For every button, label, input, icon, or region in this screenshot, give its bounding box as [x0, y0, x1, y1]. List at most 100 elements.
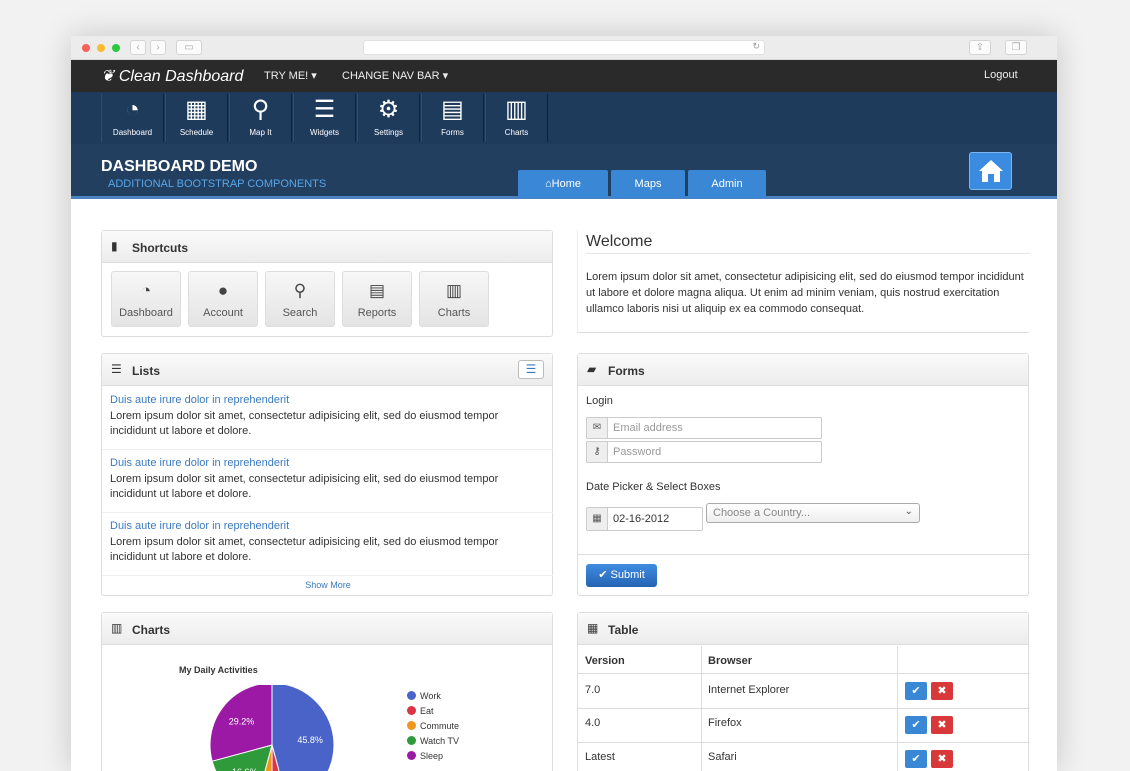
welcome-text: Lorem ipsum dolor sit amet, consectetur … [586, 271, 1024, 315]
list-item[interactable]: Duis aute irure dolor in reprehenderit Lo… [110, 394, 540, 439]
column-header[interactable]: Version [585, 655, 625, 667]
cell-browser: Internet Explorer [708, 684, 790, 696]
maximize-dot[interactable] [112, 44, 120, 52]
submit-button[interactable]: ✔ Submit [586, 564, 657, 587]
dashboard-icon: ◔ [140, 281, 152, 300]
home-button[interactable] [969, 152, 1012, 190]
panel-header: ☰ Lists ☰ [102, 354, 552, 386]
panel-header: ▥ Charts [102, 613, 552, 645]
date-picker-field[interactable]: ▦ 02-16-2012 [586, 507, 703, 531]
email-field[interactable]: ✉ Email address [586, 417, 822, 439]
legend-swatch [407, 706, 416, 715]
shortcut-label: Account [203, 307, 243, 319]
column-header[interactable]: Browser [708, 655, 752, 667]
nav-forms[interactable]: ▤ Forms [421, 94, 484, 142]
reload-icon[interactable]: ↻ [752, 41, 760, 52]
country-placeholder: Choose a Country... [713, 507, 811, 519]
reports-icon: ▤ [368, 281, 386, 300]
legend-label: Watch TV [420, 736, 460, 746]
check-icon: ✔ [598, 569, 608, 581]
tabs-icon[interactable]: ❐ [1005, 40, 1027, 55]
nav-dashboard[interactable]: ◔ Dashboard [101, 94, 164, 142]
gears-icon: ⚙ [377, 96, 400, 123]
widgets-icon: ☰ [313, 96, 336, 123]
nav-map-it[interactable]: ⚲ Map It [229, 94, 292, 142]
dashboard-icon: ◔ [125, 96, 140, 123]
approve-button[interactable]: ✔ [905, 750, 927, 768]
page-header: DASHBOARD DEMO ADDITIONAL BOOTSTRAP COMP… [71, 144, 1057, 199]
shortcut-label: Search [282, 307, 318, 319]
approve-button[interactable]: ✔ [905, 716, 927, 734]
shortcut-account[interactable]: ● Account [188, 271, 258, 327]
bar-chart-icon: ▥ [445, 281, 463, 300]
brand-text: Clean Dashboard [118, 68, 244, 85]
approve-button[interactable]: ✔ [905, 682, 927, 700]
nav-widgets[interactable]: ☰ Widgets [293, 94, 356, 142]
delete-button[interactable]: ✖ [931, 682, 953, 700]
legend-label: Commute [420, 721, 460, 731]
icon-navbar: ◔ Dashboard ▦ Schedule ⚲ Map It ☰ Widgets ⚙ S… [71, 92, 1057, 144]
list-item-title[interactable]: Duis aute irure dolor in reprehenderit [110, 394, 540, 406]
table-header-row [578, 646, 1030, 674]
panel-header: ▦ Table [578, 613, 1028, 645]
leaf-icon: ❦ [101, 68, 115, 85]
shortcut-reports[interactable]: ▤ Reports [342, 271, 412, 327]
tab-admin[interactable]: Admin [688, 170, 766, 198]
delete-button[interactable]: ✖ [931, 716, 953, 734]
nav-schedule[interactable]: ▦ Schedule [165, 94, 228, 142]
shortcut-dashboard[interactable]: ◔ Dashboard [111, 271, 181, 327]
nav-settings[interactable]: ⚙ Settings [357, 94, 420, 142]
brand-logo[interactable]: ❦ Clean Dashboard [101, 66, 243, 86]
close-dot[interactable] [82, 44, 90, 52]
panel-title: Shortcuts [132, 241, 189, 255]
nav-charts[interactable]: ▥ Charts [485, 94, 548, 142]
show-more-link[interactable]: Show More [102, 580, 554, 590]
list-item-title[interactable]: Duis aute irure dolor in reprehenderit [110, 520, 540, 532]
bar-chart-icon: ▥ [111, 621, 123, 635]
panel-header: ▰ Forms [578, 354, 1028, 386]
divider [578, 554, 1030, 555]
cell-browser: Firefox [708, 717, 742, 729]
nav-label: Dashboard [112, 128, 153, 137]
url-bar[interactable]: ↻ [363, 40, 765, 55]
shortcut-search[interactable]: ⚲ Search [265, 271, 335, 327]
cell-browser: Safari [708, 751, 737, 763]
sidebar-icon[interactable]: ▭ [176, 40, 202, 55]
table-panel: ▦ Table Version Browser 7.0 Internet Expl… [577, 612, 1030, 771]
legend-item-sleep: Sleep [407, 751, 443, 761]
forward-icon[interactable]: › [150, 40, 166, 55]
panel-title: Table [608, 623, 639, 637]
tab-home[interactable]: ⌂Home [518, 170, 608, 198]
key-icon: ⚷ [587, 442, 608, 462]
legend-item-commute: Commute [407, 721, 459, 731]
legend-swatch [407, 691, 416, 700]
list-item[interactable]: Duis aute irure dolor in reprehenderit Lo… [110, 520, 540, 565]
divider [102, 512, 553, 513]
panel-title: Lists [132, 364, 161, 378]
tab-maps[interactable]: Maps [611, 170, 685, 198]
shortcut-charts[interactable]: ▥ Charts [419, 271, 489, 327]
chevron-down-icon: ⌄ [904, 506, 913, 517]
try-me-menu[interactable]: TRY ME! ▾ [264, 69, 317, 82]
list-item[interactable]: Duis aute irure dolor in reprehenderit Lo… [110, 457, 540, 502]
list-item-text: Lorem ipsum dolor sit amet, consectetur … [110, 536, 499, 563]
login-label: Login [586, 395, 613, 407]
change-nav-menu[interactable]: CHANGE NAV BAR ▾ [342, 69, 448, 82]
country-select[interactable]: Choose a Country... ⌄ [706, 503, 920, 523]
user-icon: ● [217, 281, 229, 300]
home-small-icon: ⌂ [545, 178, 552, 190]
nav-label: Settings [374, 128, 403, 137]
share-icon[interactable]: ⇪ [969, 40, 991, 55]
logout-link[interactable]: Logout [984, 69, 1018, 81]
menu-toggle-button[interactable]: ☰ [518, 360, 544, 379]
delete-button[interactable]: ✖ [931, 750, 953, 768]
password-field[interactable]: ⚷ Password [586, 441, 822, 463]
list-item-title[interactable]: Duis aute irure dolor in reprehenderit [110, 457, 540, 469]
row-divider [578, 708, 1030, 709]
welcome-title: Welcome [586, 233, 653, 250]
back-icon[interactable]: ‹ [130, 40, 146, 55]
legend-label: Eat [420, 706, 434, 716]
minimize-dot[interactable] [97, 44, 105, 52]
legend-item-watch-tv: Watch TV [407, 736, 459, 746]
map-pin-icon: ⚲ [251, 96, 270, 123]
